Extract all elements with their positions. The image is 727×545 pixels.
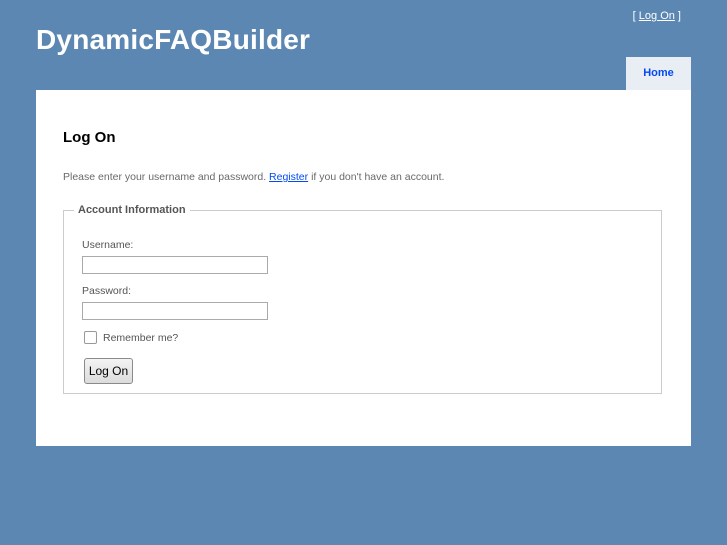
register-link[interactable]: Register — [269, 171, 308, 183]
header-log-on-link[interactable]: Log On — [639, 10, 675, 22]
menu-tab-home[interactable]: Home — [626, 57, 691, 90]
username-label: Username: — [82, 239, 134, 251]
remember-me-label: Remember me? — [103, 331, 179, 344]
intro-text: Please enter your username and password.… — [63, 171, 444, 183]
username-input[interactable] — [82, 256, 268, 274]
page: DynamicFAQBuilder [ Log On ] Home Log On… — [0, 0, 727, 545]
remember-me-row: Remember me? — [84, 331, 178, 344]
intro-text-after: if you don't have an account. — [308, 171, 445, 183]
log-on-button[interactable]: Log On — [84, 358, 133, 384]
main-content: Log On Please enter your username and pa… — [36, 90, 691, 446]
remember-me-checkbox[interactable] — [84, 331, 97, 344]
fieldset-legend: Account Information — [78, 204, 186, 216]
password-input[interactable] — [82, 302, 268, 320]
page-heading: Log On — [63, 129, 116, 146]
login-display: [ Log On ] — [633, 10, 681, 22]
account-information-fieldset: Account Information Username: Password: … — [63, 204, 662, 394]
password-label: Password: — [82, 285, 132, 297]
site-title: DynamicFAQBuilder — [36, 24, 311, 55]
intro-text-before: Please enter your username and password. — [63, 171, 270, 183]
login-bracket-close: ] — [674, 10, 681, 22]
